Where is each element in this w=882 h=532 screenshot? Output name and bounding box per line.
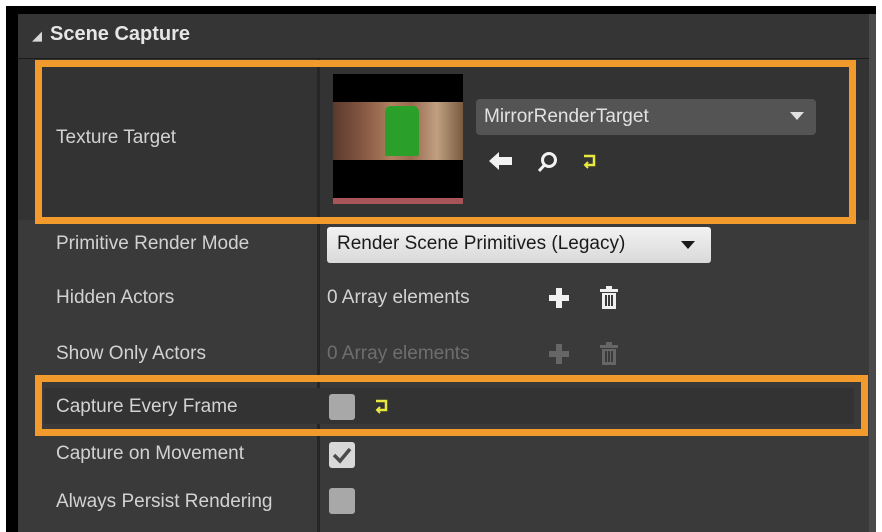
capture-every-frame-checkbox[interactable] xyxy=(329,394,355,420)
primitive-render-mode-label: Primitive Render Mode xyxy=(56,233,250,254)
show-only-actors-label: Show Only Actors xyxy=(56,343,206,364)
hidden-actors-label: Hidden Actors xyxy=(56,287,175,308)
asset-picker-combo[interactable]: MirrorRenderTarget xyxy=(476,99,816,135)
always-persist-rendering-label: Always Persist Rendering xyxy=(56,491,273,512)
column-divider[interactable] xyxy=(317,59,320,532)
dropdown-value: Render Scene Primitives (Legacy) xyxy=(337,233,626,254)
thumbnail-figure xyxy=(385,106,419,156)
add-element-icon-disabled xyxy=(549,344,569,364)
show-only-actors-count: 0 Array elements xyxy=(327,343,470,364)
capture-on-movement-checkbox[interactable] xyxy=(329,442,355,468)
section-title: Scene Capture xyxy=(50,23,191,45)
chevron-down-icon xyxy=(790,112,804,120)
capture-every-frame-label: Capture Every Frame xyxy=(56,396,238,417)
browse-magnifier-icon[interactable] xyxy=(536,150,560,174)
triangle-down-icon[interactable]: ◢ xyxy=(32,28,42,44)
reset-to-default-icon[interactable] xyxy=(582,153,598,169)
trash-icon-disabled xyxy=(600,342,618,365)
texture-target-label: Texture Target xyxy=(56,127,177,148)
capture-on-movement-label: Capture on Movement xyxy=(56,443,244,464)
section-header[interactable]: ◢ Scene Capture xyxy=(18,14,869,59)
always-persist-rendering-checkbox[interactable] xyxy=(329,488,355,514)
thumbnail-scene xyxy=(333,102,463,160)
add-element-icon[interactable] xyxy=(548,287,570,309)
checkmark-icon xyxy=(332,447,352,464)
primitive-render-mode-dropdown[interactable]: Render Scene Primitives (Legacy) xyxy=(327,227,711,263)
reset-to-default-icon[interactable] xyxy=(374,398,390,414)
scrollbar[interactable] xyxy=(869,14,876,532)
thumbnail-asset-color-bar xyxy=(333,198,463,204)
use-selected-arrow-icon[interactable] xyxy=(488,150,514,172)
texture-thumbnail[interactable] xyxy=(333,74,463,204)
hidden-actors-count: 0 Array elements xyxy=(327,287,470,308)
chevron-down-icon xyxy=(681,241,695,249)
trash-icon[interactable] xyxy=(598,286,620,310)
asset-name: MirrorRenderTarget xyxy=(484,106,649,127)
